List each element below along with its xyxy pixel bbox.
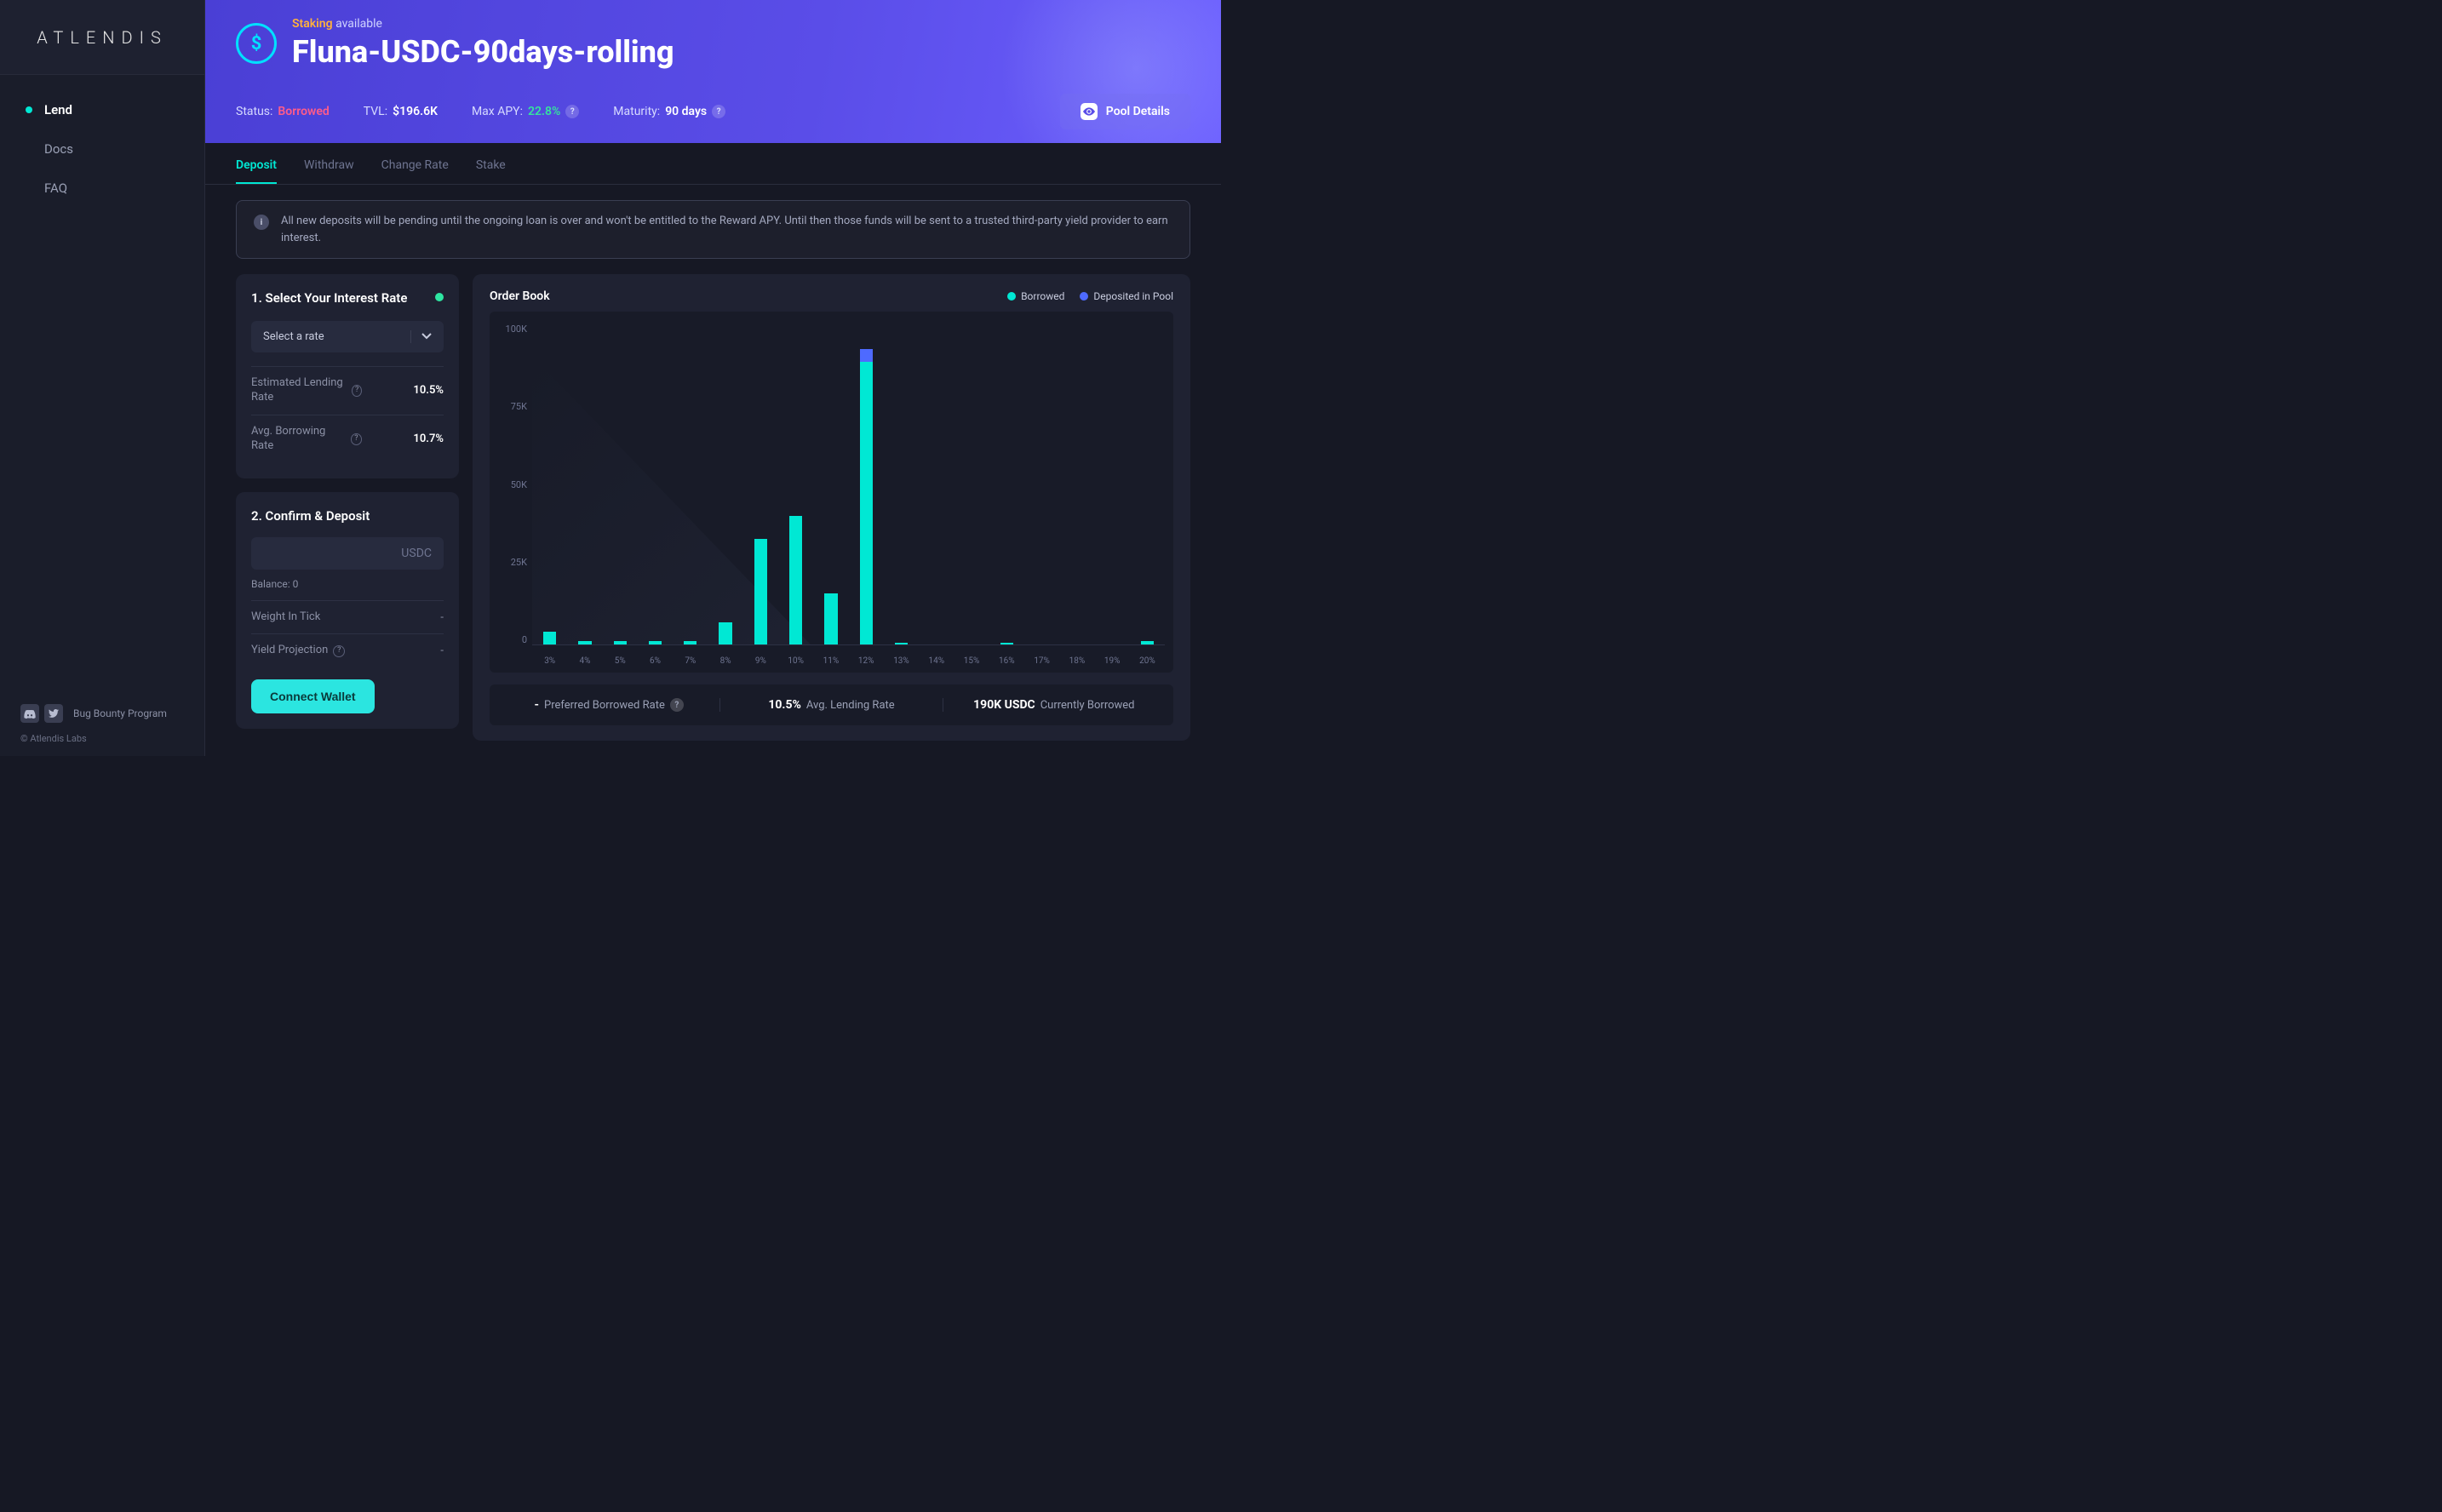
chart-bar[interactable] — [714, 324, 736, 644]
chart-bar[interactable] — [1102, 324, 1123, 644]
nav-lend[interactable]: Lend — [0, 90, 204, 129]
info-icon[interactable]: ? — [565, 105, 579, 118]
est-lending-rate: 10.5% — [413, 384, 444, 397]
confirm-deposit-card: 2. Confirm & Deposit USDC Balance: 0 Wei… — [236, 492, 459, 730]
maturity-stat: Maturity: 90 days ? — [613, 105, 725, 118]
weight-value: - — [440, 611, 444, 624]
step1-title: 1. Select Your Interest Rate — [251, 289, 407, 307]
usdc-icon: $ — [236, 23, 277, 64]
chart-bar[interactable] — [574, 324, 595, 644]
tab-change-rate[interactable]: Change Rate — [381, 158, 449, 184]
nav-docs[interactable]: Docs — [0, 129, 204, 169]
twitter-icon[interactable] — [44, 704, 63, 723]
staking-badge: Staking available — [292, 17, 674, 31]
chart-bar[interactable] — [926, 324, 947, 644]
apy-stat: Max APY: 22.8% ? — [472, 105, 579, 118]
chart-bar[interactable] — [539, 324, 560, 644]
connect-wallet-button[interactable]: Connect Wallet — [251, 679, 375, 713]
preferred-rate-stat: - Preferred Borrowed Rate ? — [498, 698, 720, 712]
currently-borrowed-stat: 190K USDC Currently Borrowed — [943, 698, 1165, 712]
eye-icon — [1081, 103, 1098, 120]
chart-bar[interactable] — [1066, 324, 1087, 644]
rate-select[interactable]: Select a rate — [251, 321, 444, 352]
order-book-chart: 100K75K50K25K0 3%4%5%6%7%8%9%10%11%12%13… — [490, 312, 1173, 673]
chart-bar[interactable] — [960, 324, 982, 644]
nav-faq[interactable]: FAQ — [0, 169, 204, 208]
amount-input[interactable]: USDC — [251, 537, 444, 570]
avg-borrowing-rate: 10.7% — [413, 432, 444, 445]
chart-bar[interactable] — [996, 324, 1018, 644]
avg-lending-stat: 10.5% Avg. Lending Rate — [720, 698, 943, 712]
chart-bar[interactable] — [750, 324, 771, 644]
status-dot-icon — [435, 293, 444, 301]
pool-title: Fluna-USDC-90days-rolling — [292, 34, 674, 70]
chart-bar[interactable] — [1031, 324, 1052, 644]
chart-bar[interactable] — [820, 324, 841, 644]
step2-title: 2. Confirm & Deposit — [251, 507, 444, 525]
chart-bar[interactable] — [891, 324, 912, 644]
chart-legend: Borrowed Deposited in Pool — [1007, 290, 1173, 302]
info-icon[interactable]: ? — [712, 105, 725, 118]
yield-value: - — [440, 644, 444, 657]
chart-bar[interactable] — [645, 324, 666, 644]
chart-bar[interactable] — [1137, 324, 1158, 644]
bug-bounty-link[interactable]: Bug Bounty Program — [73, 707, 167, 719]
help-icon[interactable]: ? — [351, 433, 362, 445]
discord-icon[interactable] — [20, 704, 39, 723]
notice-banner: i All new deposits will be pending until… — [236, 200, 1190, 259]
status-stat: Status: Borrowed — [236, 105, 330, 118]
pool-details-button[interactable]: Pool Details — [1060, 94, 1190, 129]
help-icon[interactable]: ? — [333, 645, 345, 657]
brand-logo: ATLENDIS — [0, 0, 204, 75]
chart-bar[interactable] — [610, 324, 631, 644]
chart-bar[interactable] — [679, 324, 701, 644]
copyright: © Atlendis Labs — [20, 733, 184, 744]
tab-stake[interactable]: Stake — [476, 158, 506, 184]
chart-title: Order Book — [490, 289, 550, 303]
help-icon[interactable]: ? — [670, 698, 684, 712]
select-rate-card: 1. Select Your Interest Rate Select a ra… — [236, 274, 459, 478]
chart-bar[interactable] — [785, 324, 806, 644]
tvl-stat: TVL: $196.6K — [364, 105, 438, 118]
chart-bar[interactable] — [856, 324, 877, 644]
help-icon[interactable]: ? — [352, 385, 362, 397]
info-icon: i — [254, 215, 269, 230]
tab-withdraw[interactable]: Withdraw — [304, 158, 354, 184]
chevron-down-icon — [410, 330, 432, 343]
tab-deposit[interactable]: Deposit — [236, 158, 277, 184]
balance-label: Balance: 0 — [251, 578, 444, 590]
